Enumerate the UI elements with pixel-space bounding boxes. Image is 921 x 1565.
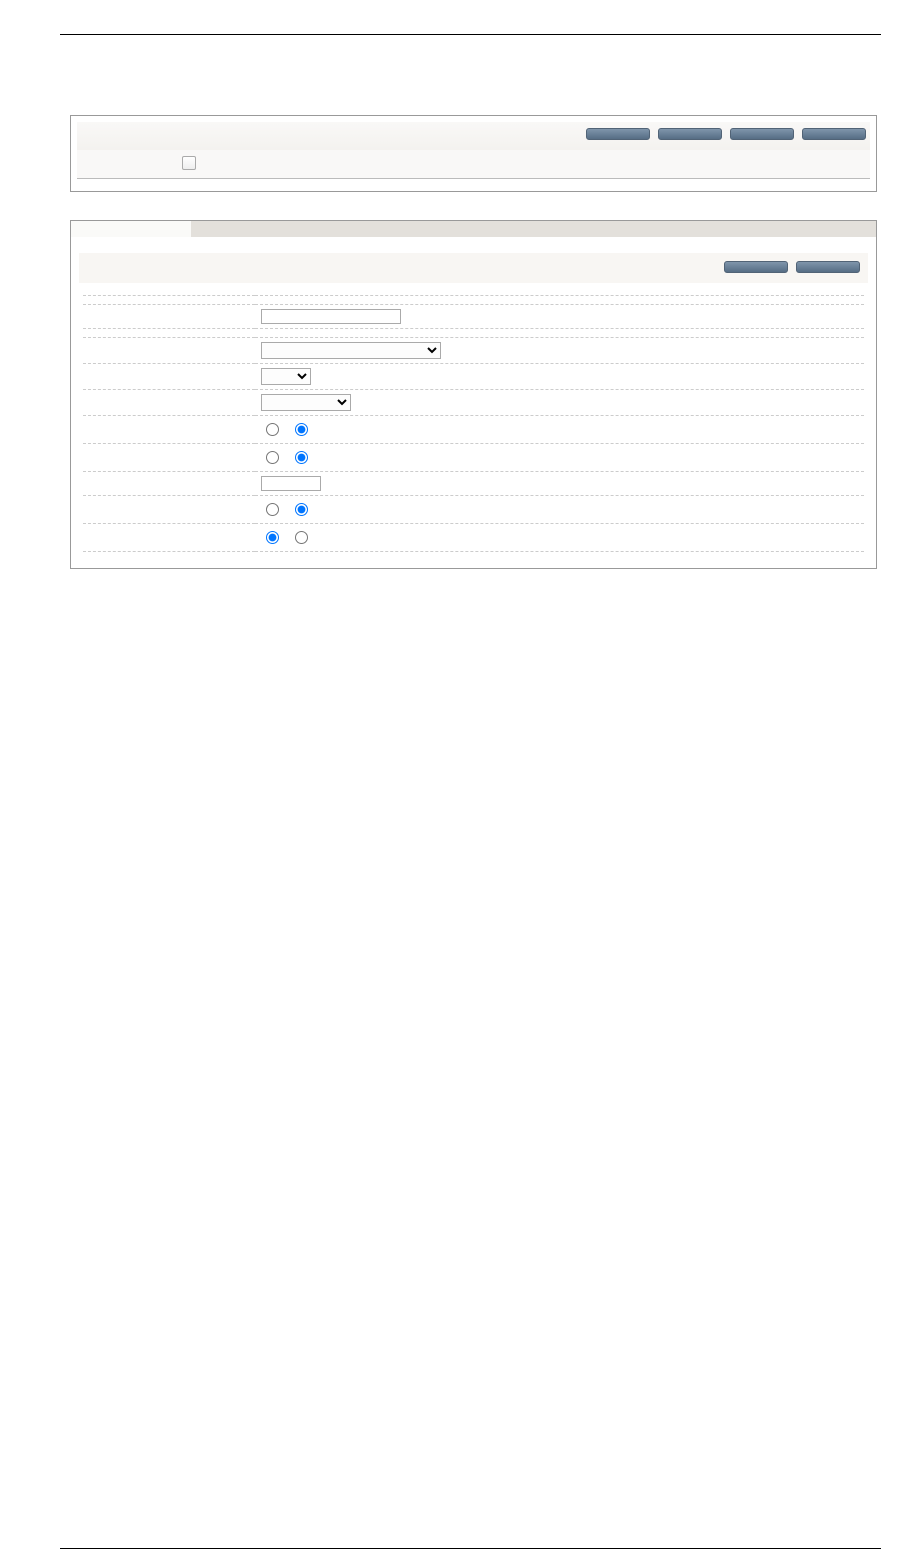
- wlan-list-screenshot: [70, 115, 877, 192]
- radio-input[interactable]: [266, 503, 279, 516]
- tab-advanced[interactable]: [311, 221, 431, 237]
- ssid-input[interactable]: [261, 309, 401, 324]
- suppress-disable[interactable]: [290, 428, 311, 439]
- radio-input[interactable]: [266, 451, 279, 464]
- aaa-disable[interactable]: [290, 456, 311, 467]
- guest-disable[interactable]: [290, 508, 311, 519]
- enable-button[interactable]: [586, 128, 650, 140]
- label-radio: [83, 364, 255, 390]
- wlan-detail-screenshot: [70, 220, 877, 569]
- wlan-table: [77, 150, 870, 179]
- delete-button[interactable]: [802, 128, 866, 140]
- label-id: [83, 287, 255, 296]
- apply-button[interactable]: [796, 261, 860, 273]
- value-profile: [255, 296, 864, 305]
- label-apg: [83, 329, 255, 338]
- label-guest: [83, 496, 255, 524]
- col-id: [301, 150, 382, 179]
- disable-button[interactable]: [658, 128, 722, 140]
- radio-area-select[interactable]: [261, 368, 311, 385]
- guest-enable[interactable]: [261, 508, 285, 519]
- col-admin: [707, 150, 788, 179]
- interface-group-select[interactable]: [261, 342, 441, 359]
- label-suppress: [83, 416, 255, 444]
- add-button[interactable]: [730, 128, 794, 140]
- detail-action-bar: [79, 253, 868, 283]
- chapter-header: [60, 30, 881, 35]
- label-profile: [83, 296, 255, 305]
- label-aaa: [83, 444, 255, 472]
- radio-input[interactable]: [295, 451, 308, 464]
- label-admin: [83, 524, 255, 552]
- radio-input[interactable]: [295, 531, 308, 544]
- page-footer: [60, 1548, 881, 1555]
- radio-input[interactable]: [295, 423, 308, 436]
- max-stations-input[interactable]: [261, 476, 321, 491]
- aaa-enable[interactable]: [261, 456, 285, 467]
- admin-disable[interactable]: [290, 536, 311, 547]
- back-button[interactable]: [724, 261, 788, 273]
- col-sec: [789, 150, 870, 179]
- radio-input[interactable]: [295, 503, 308, 516]
- breadcrumb: [71, 237, 876, 249]
- col-radio: [626, 150, 707, 179]
- detail-table: [83, 287, 864, 552]
- label-max: [83, 472, 255, 496]
- col-profile: [382, 150, 463, 179]
- header-row: [77, 150, 870, 179]
- label-ssid: [83, 305, 255, 329]
- action-bar: [77, 122, 870, 150]
- admin-enable[interactable]: [261, 536, 285, 547]
- col-ssid: [463, 150, 544, 179]
- radio-input[interactable]: [266, 531, 279, 544]
- tab-general[interactable]: [71, 221, 191, 237]
- value-apg: [255, 329, 864, 338]
- tab-security[interactable]: [191, 221, 311, 237]
- radio-input[interactable]: [266, 423, 279, 436]
- col-ifg: [545, 150, 626, 179]
- capwap-select[interactable]: [261, 394, 351, 411]
- label-capwap: [83, 390, 255, 416]
- suppress-enable[interactable]: [261, 428, 285, 439]
- value-id: [255, 287, 864, 296]
- col-check: [77, 150, 301, 179]
- tab-bar: [71, 221, 876, 237]
- select-all-checkbox[interactable]: [182, 156, 196, 170]
- label-ifg: [83, 338, 255, 364]
